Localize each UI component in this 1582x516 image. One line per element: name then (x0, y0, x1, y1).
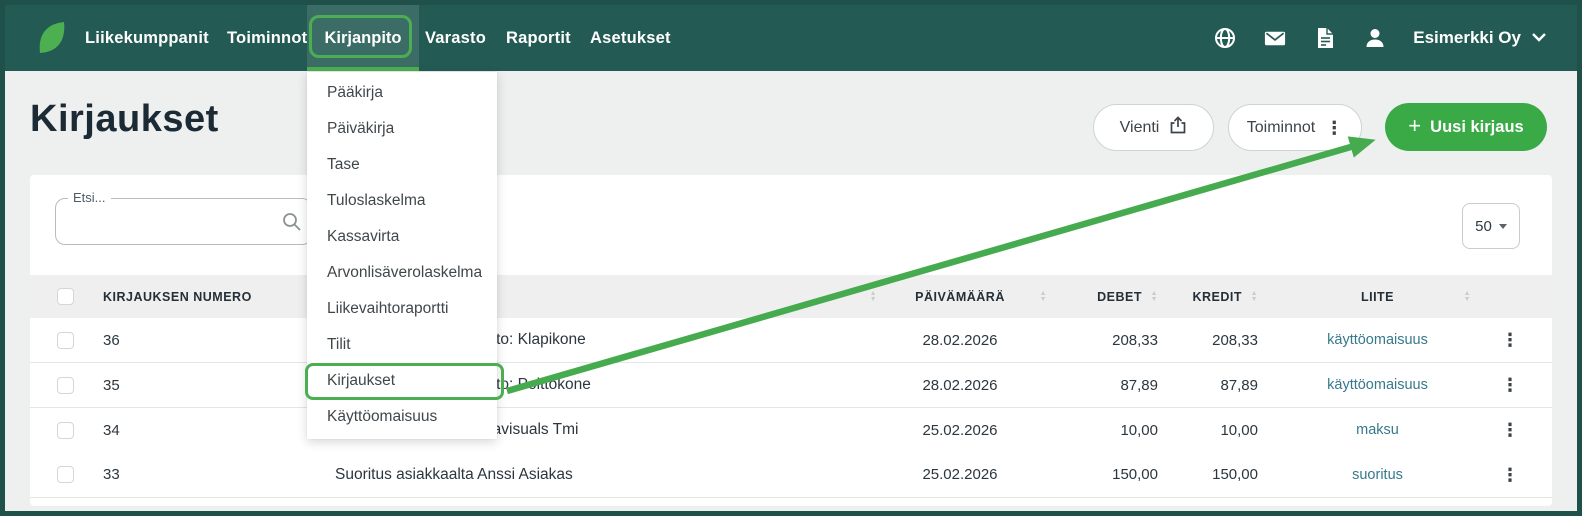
kebab-menu-icon: ⋮ (1501, 376, 1519, 394)
sort-icon[interactable]: ▲▼ (1151, 291, 1158, 303)
header-entry-number[interactable]: KIRJAUKSEN NUMERO (98, 275, 330, 318)
actions-button-label: Toiminnot (1247, 119, 1315, 137)
nav-item-kirjanpito-label: Kirjanpito (325, 29, 402, 48)
table-header: KIRJAUKSEN NUMERO ▲▼ PÄIVÄMÄÄRÄ▲▼ DEBET▲… (30, 275, 1552, 318)
row-checkbox[interactable] (57, 422, 74, 439)
entry-credit: 87,89 (1160, 363, 1260, 407)
entry-debit: 87,89 (1045, 363, 1160, 407)
table-row[interactable]: 35 Käyttöomaisuuden poisto: Polttokone 2… (30, 363, 1552, 408)
entry-debit: 10,00 (1045, 408, 1160, 452)
top-navigation: Liikekumppanit Toiminnot Kirjanpito Vara… (5, 5, 1577, 71)
row-menu-button[interactable]: ⋮ (1495, 318, 1552, 362)
nav-item-raportit[interactable]: Raportit (506, 5, 571, 71)
attachment-link[interactable]: suoritus (1260, 452, 1495, 497)
menu-item-tilit[interactable]: Tilit (307, 327, 497, 363)
plus-icon: + (1408, 115, 1421, 137)
menu-item-kirjaukset[interactable]: Kirjaukset (307, 363, 497, 399)
menu-item-paivakirja[interactable]: Päiväkirja (307, 111, 497, 147)
row-checkbox[interactable] (57, 332, 74, 349)
attachment-link[interactable]: käyttöomaisuus (1260, 318, 1495, 362)
topnav-right-cluster: Esimerkki Oy (1213, 5, 1547, 71)
entry-credit: 208,33 (1160, 318, 1260, 362)
entry-number: 34 (98, 408, 330, 452)
attachment-link[interactable]: maksu (1260, 408, 1495, 452)
accounting-dropdown-menu: Pääkirja Päiväkirja Tase Tuloslaskelma K… (307, 72, 497, 439)
menu-item-liikevaihtoraportti[interactable]: Liikevaihtoraportti (307, 291, 497, 327)
header-attachment[interactable]: LIITE▲▼ (1260, 275, 1495, 318)
table-row[interactable]: 33 Suoritus asiakkaalta Anssi Asiakas 25… (30, 452, 1552, 498)
search-field: Etsi... (55, 198, 312, 245)
export-icon (1169, 116, 1187, 140)
row-menu-button[interactable]: ⋮ (1495, 452, 1552, 497)
row-menu-button[interactable]: ⋮ (1495, 408, 1552, 452)
kebab-menu-icon: ⋮ (1325, 119, 1343, 137)
entry-description: Suoritus asiakkaalta Anssi Asiakas (330, 452, 875, 497)
export-button-label: Vienti (1120, 119, 1160, 137)
search-icon (281, 211, 303, 238)
entry-debit: 208,33 (1045, 318, 1160, 362)
row-menu-button[interactable]: ⋮ (1495, 363, 1552, 407)
entry-credit: 10,00 (1160, 408, 1260, 452)
header-debit[interactable]: DEBET▲▼ (1045, 275, 1160, 318)
nav-item-kirjanpito[interactable]: Kirjanpito (307, 5, 419, 71)
entry-date: 28.02.2026 (875, 318, 1045, 362)
menu-item-kayttoomaisuus[interactable]: Käyttöomaisuus (307, 399, 497, 435)
entry-debit: 150,00 (1045, 452, 1160, 497)
app-window: Liikekumppanit Toiminnot Kirjanpito Vara… (0, 0, 1582, 516)
new-entry-button-label: Uusi kirjaus (1430, 118, 1524, 137)
menu-item-kassavirta[interactable]: Kassavirta (307, 219, 497, 255)
header-credit[interactable]: KREDIT▲▼ (1160, 275, 1260, 318)
table-row[interactable]: 34 Maksu toimittajalle Eksavisuals Tmi 2… (30, 408, 1552, 453)
company-menu[interactable]: Esimerkki Oy (1413, 28, 1547, 48)
user-icon[interactable] (1363, 26, 1387, 50)
row-checkbox[interactable] (57, 377, 74, 394)
active-tab-underline (307, 67, 419, 71)
globe-icon[interactable] (1213, 26, 1237, 50)
leaf-icon (35, 19, 69, 57)
nav-item-asetukset[interactable]: Asetukset (590, 5, 671, 71)
entry-number: 33 (98, 452, 330, 497)
entries-card: Etsi... 50 KIRJAUKSEN NUMERO ▲▼ PÄIVÄMÄÄ… (30, 175, 1552, 506)
kebab-menu-icon: ⋮ (1501, 466, 1519, 484)
nav-item-liikekumppanit[interactable]: Liikekumppanit (85, 5, 209, 71)
chevron-down-icon (1531, 28, 1547, 48)
header-checkbox-cell (30, 275, 98, 318)
select-all-checkbox[interactable] (57, 288, 74, 305)
new-entry-button[interactable]: + Uusi kirjaus (1385, 103, 1547, 151)
document-icon[interactable] (1313, 26, 1337, 50)
header-row-menu (1495, 275, 1552, 318)
kebab-menu-icon: ⋮ (1501, 421, 1519, 439)
page-size-select[interactable]: 50 (1462, 203, 1520, 249)
entry-number: 36 (98, 318, 330, 362)
row-checkbox[interactable] (57, 466, 74, 483)
nav-item-toiminnot[interactable]: Toiminnot (227, 5, 307, 71)
sort-icon[interactable]: ▲▼ (1251, 291, 1258, 303)
caret-down-icon (1499, 224, 1507, 229)
table-row[interactable]: 36 Käyttöomaisuuden poisto: Klapikone 28… (30, 318, 1552, 363)
menu-item-arvonlisaverolaskelma[interactable]: Arvonlisäverolaskelma (307, 255, 497, 291)
menu-item-paakirja[interactable]: Pääkirja (307, 75, 497, 111)
menu-item-tase[interactable]: Tase (307, 147, 497, 183)
attachment-link[interactable]: käyttöomaisuus (1260, 363, 1495, 407)
actions-button[interactable]: Toiminnot ⋮ (1228, 104, 1362, 151)
header-date[interactable]: PÄIVÄMÄÄRÄ▲▼ (875, 275, 1045, 318)
page-title: Kirjaukset (30, 98, 219, 141)
company-name: Esimerkki Oy (1413, 28, 1521, 48)
menu-item-tuloslaskelma[interactable]: Tuloslaskelma (307, 183, 497, 219)
page-size-value: 50 (1475, 218, 1492, 235)
entry-date: 28.02.2026 (875, 363, 1045, 407)
export-button[interactable]: Vienti (1093, 104, 1214, 151)
mail-icon[interactable] (1263, 26, 1287, 50)
search-input[interactable] (56, 199, 311, 244)
kebab-menu-icon: ⋮ (1501, 331, 1519, 349)
entry-number: 35 (98, 363, 330, 407)
entry-credit: 150,00 (1160, 452, 1260, 497)
sort-icon[interactable]: ▲▼ (1464, 291, 1471, 303)
entry-date: 25.02.2026 (875, 408, 1045, 452)
entry-date: 25.02.2026 (875, 452, 1045, 497)
nav-item-varasto[interactable]: Varasto (425, 5, 486, 71)
